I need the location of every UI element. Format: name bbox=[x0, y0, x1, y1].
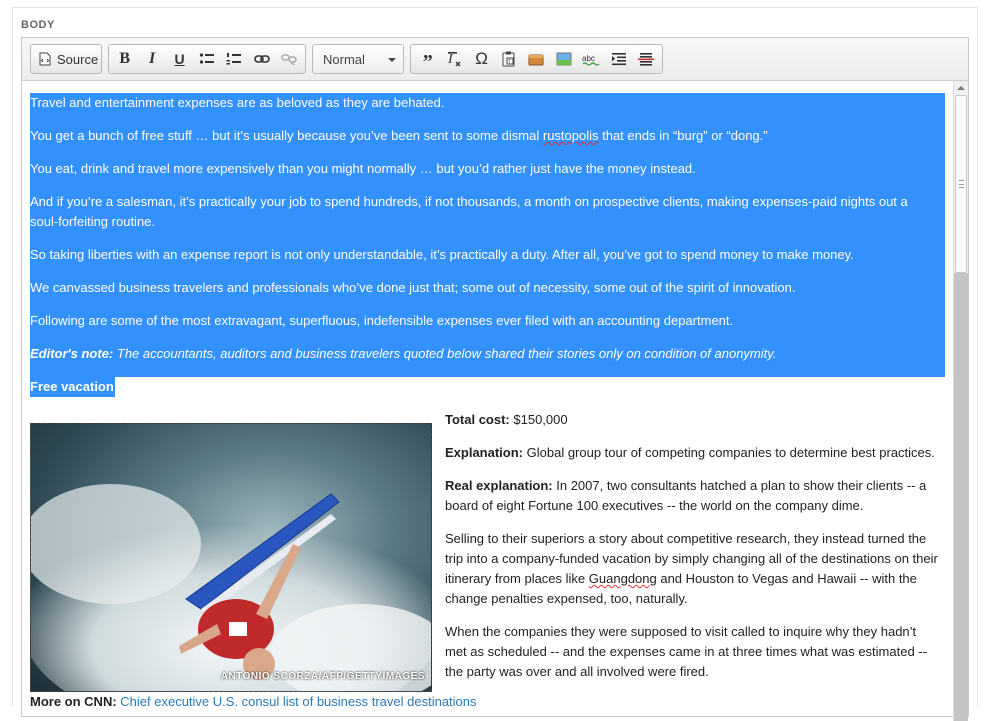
bold-button[interactable]: B bbox=[111, 46, 138, 72]
selling-line-3a: itinerary from places like bbox=[445, 571, 589, 586]
italic-button[interactable]: I bbox=[138, 46, 165, 72]
numbered-list-button[interactable] bbox=[221, 46, 248, 72]
field-label: BODY bbox=[21, 19, 55, 31]
paragraph-6: We canvassed business travelers and prof… bbox=[30, 280, 796, 295]
explanation-label: Explanation: bbox=[445, 445, 524, 460]
bold-icon: B bbox=[119, 50, 131, 67]
numbered-list-icon bbox=[226, 52, 242, 66]
selling-line-3c: and Houston to Vegas and Hawaii -- with … bbox=[656, 571, 917, 586]
image-button[interactable] bbox=[550, 46, 577, 72]
selling-line-1: Selling to their superiors a story about… bbox=[445, 531, 927, 546]
svg-text:abc: abc bbox=[582, 54, 595, 63]
section-heading: Free vacation bbox=[30, 377, 115, 397]
source-button[interactable]: Source bbox=[33, 46, 104, 72]
more-on-cnn: More on CNN: Chief executive U.S. consul… bbox=[30, 692, 477, 712]
scroll-up-arrow-icon[interactable] bbox=[954, 81, 968, 95]
paragraph-7: Following are some of the most extravaga… bbox=[30, 313, 734, 328]
spellcheck-button[interactable]: abc bbox=[578, 46, 605, 72]
underline-icon: U bbox=[174, 51, 185, 67]
selling-line-4: change penalties expensed, too, naturall… bbox=[445, 591, 688, 606]
toolbar-group-document: Source bbox=[30, 44, 102, 74]
explanation: Explanation: Global group tour of compet… bbox=[445, 443, 935, 463]
chevron-down-icon bbox=[388, 58, 396, 62]
blockquote-icon: ” bbox=[422, 50, 433, 73]
real-explanation-label: Real explanation: bbox=[445, 478, 553, 493]
article-photo[interactable]: ANTONIO SCORZA/AFP/GETTYIMAGES bbox=[30, 423, 432, 692]
blockquote-button[interactable]: ” bbox=[413, 46, 440, 73]
svg-text:I: I bbox=[447, 52, 454, 67]
total-cost-value: $150,000 bbox=[509, 412, 568, 427]
misspelled-word: Guangdong bbox=[588, 571, 657, 586]
paragraph-5: So taking liberties with an expense repo… bbox=[30, 247, 854, 262]
editor-scrollbar[interactable] bbox=[953, 81, 968, 721]
paragraph-4-cont: soul-forfeiting routine. bbox=[30, 214, 156, 229]
paragraph-1: Travel and entertainment expenses are as… bbox=[30, 95, 445, 110]
underline-button[interactable]: U bbox=[166, 46, 193, 72]
paragraph-3: You eat, drink and travel more expensive… bbox=[30, 161, 696, 176]
editors-note-text: The accountants, auditors and business t… bbox=[113, 346, 777, 361]
strikethrough-icon bbox=[638, 52, 655, 66]
selling-line-3: itinerary from places like Guangdong and… bbox=[445, 569, 917, 589]
special-character-button[interactable]: Ω bbox=[468, 46, 495, 72]
rich-text-editor[interactable]: Source B I U Normal ” I Ω T abc Travel a… bbox=[21, 37, 969, 721]
paste-text-button[interactable]: T bbox=[495, 46, 522, 72]
image-icon bbox=[556, 52, 572, 66]
format-select[interactable]: Normal bbox=[312, 44, 404, 74]
format-select-value: Normal bbox=[323, 52, 365, 67]
template-button[interactable] bbox=[523, 46, 550, 72]
scroll-thumb[interactable] bbox=[955, 95, 967, 273]
scroll-track[interactable] bbox=[954, 273, 968, 721]
strikethrough-button[interactable] bbox=[633, 46, 660, 72]
italic-icon: I bbox=[149, 50, 156, 67]
svg-text:T: T bbox=[508, 59, 511, 65]
remove-format-icon: I bbox=[446, 51, 462, 67]
editors-note-label: Editor's note: bbox=[30, 346, 114, 361]
when-line-2: met as scheduled -- and the expenses cam… bbox=[445, 644, 927, 659]
when-line-3: the party was over and all involved were… bbox=[445, 664, 709, 679]
surfer-image-icon bbox=[31, 484, 431, 691]
paragraph-4: And if you’re a salesman, it’s practical… bbox=[30, 194, 908, 209]
remove-format-button[interactable]: I bbox=[440, 46, 467, 72]
source-icon bbox=[39, 52, 51, 66]
paragraph-2: You get a bunch of free stuff … but it’s… bbox=[30, 128, 768, 143]
spellcheck-icon: abc bbox=[581, 52, 601, 66]
editor-content[interactable]: Travel and entertainment expenses are as… bbox=[22, 81, 953, 721]
real-explanation: Real explanation: In 2007, two consultan… bbox=[445, 476, 926, 496]
indent-icon bbox=[611, 52, 627, 66]
template-icon bbox=[528, 52, 544, 66]
indent-button[interactable] bbox=[605, 46, 632, 72]
explanation-text: Global group tour of competing companies… bbox=[523, 445, 935, 460]
total-cost: Total cost: $150,000 bbox=[445, 410, 568, 430]
photo-credit: ANTONIO SCORZA/AFP/GETTYIMAGES bbox=[220, 671, 425, 682]
toolbar-group-basic: B I U bbox=[108, 44, 306, 74]
bulleted-list-button[interactable] bbox=[193, 46, 220, 72]
editor-toolbar: Source B I U Normal ” I Ω T abc bbox=[22, 38, 968, 81]
link-button[interactable] bbox=[248, 46, 275, 72]
toolbar-group-insert: ” I Ω T abc bbox=[410, 44, 663, 74]
bulleted-list-icon bbox=[199, 52, 215, 66]
grip-icon bbox=[959, 180, 964, 188]
total-cost-label: Total cost: bbox=[445, 412, 510, 427]
unlink-button[interactable] bbox=[276, 46, 303, 72]
real-explanation-line-2: board of eight Fortune 100 executives --… bbox=[445, 498, 864, 513]
editors-note: Editor's note: The accountants, auditors… bbox=[30, 344, 776, 364]
unlink-icon bbox=[281, 53, 297, 65]
paste-text-icon: T bbox=[502, 51, 516, 67]
link-icon bbox=[254, 54, 270, 64]
selling-line-2: trip into a company-funded vacation by s… bbox=[445, 551, 938, 566]
real-explanation-line-1: In 2007, two consultants hatched a plan … bbox=[552, 478, 927, 493]
special-character-icon: Ω bbox=[475, 49, 488, 68]
when-line-1: When the companies they were supposed to… bbox=[445, 624, 917, 639]
source-label: Source bbox=[57, 51, 99, 67]
